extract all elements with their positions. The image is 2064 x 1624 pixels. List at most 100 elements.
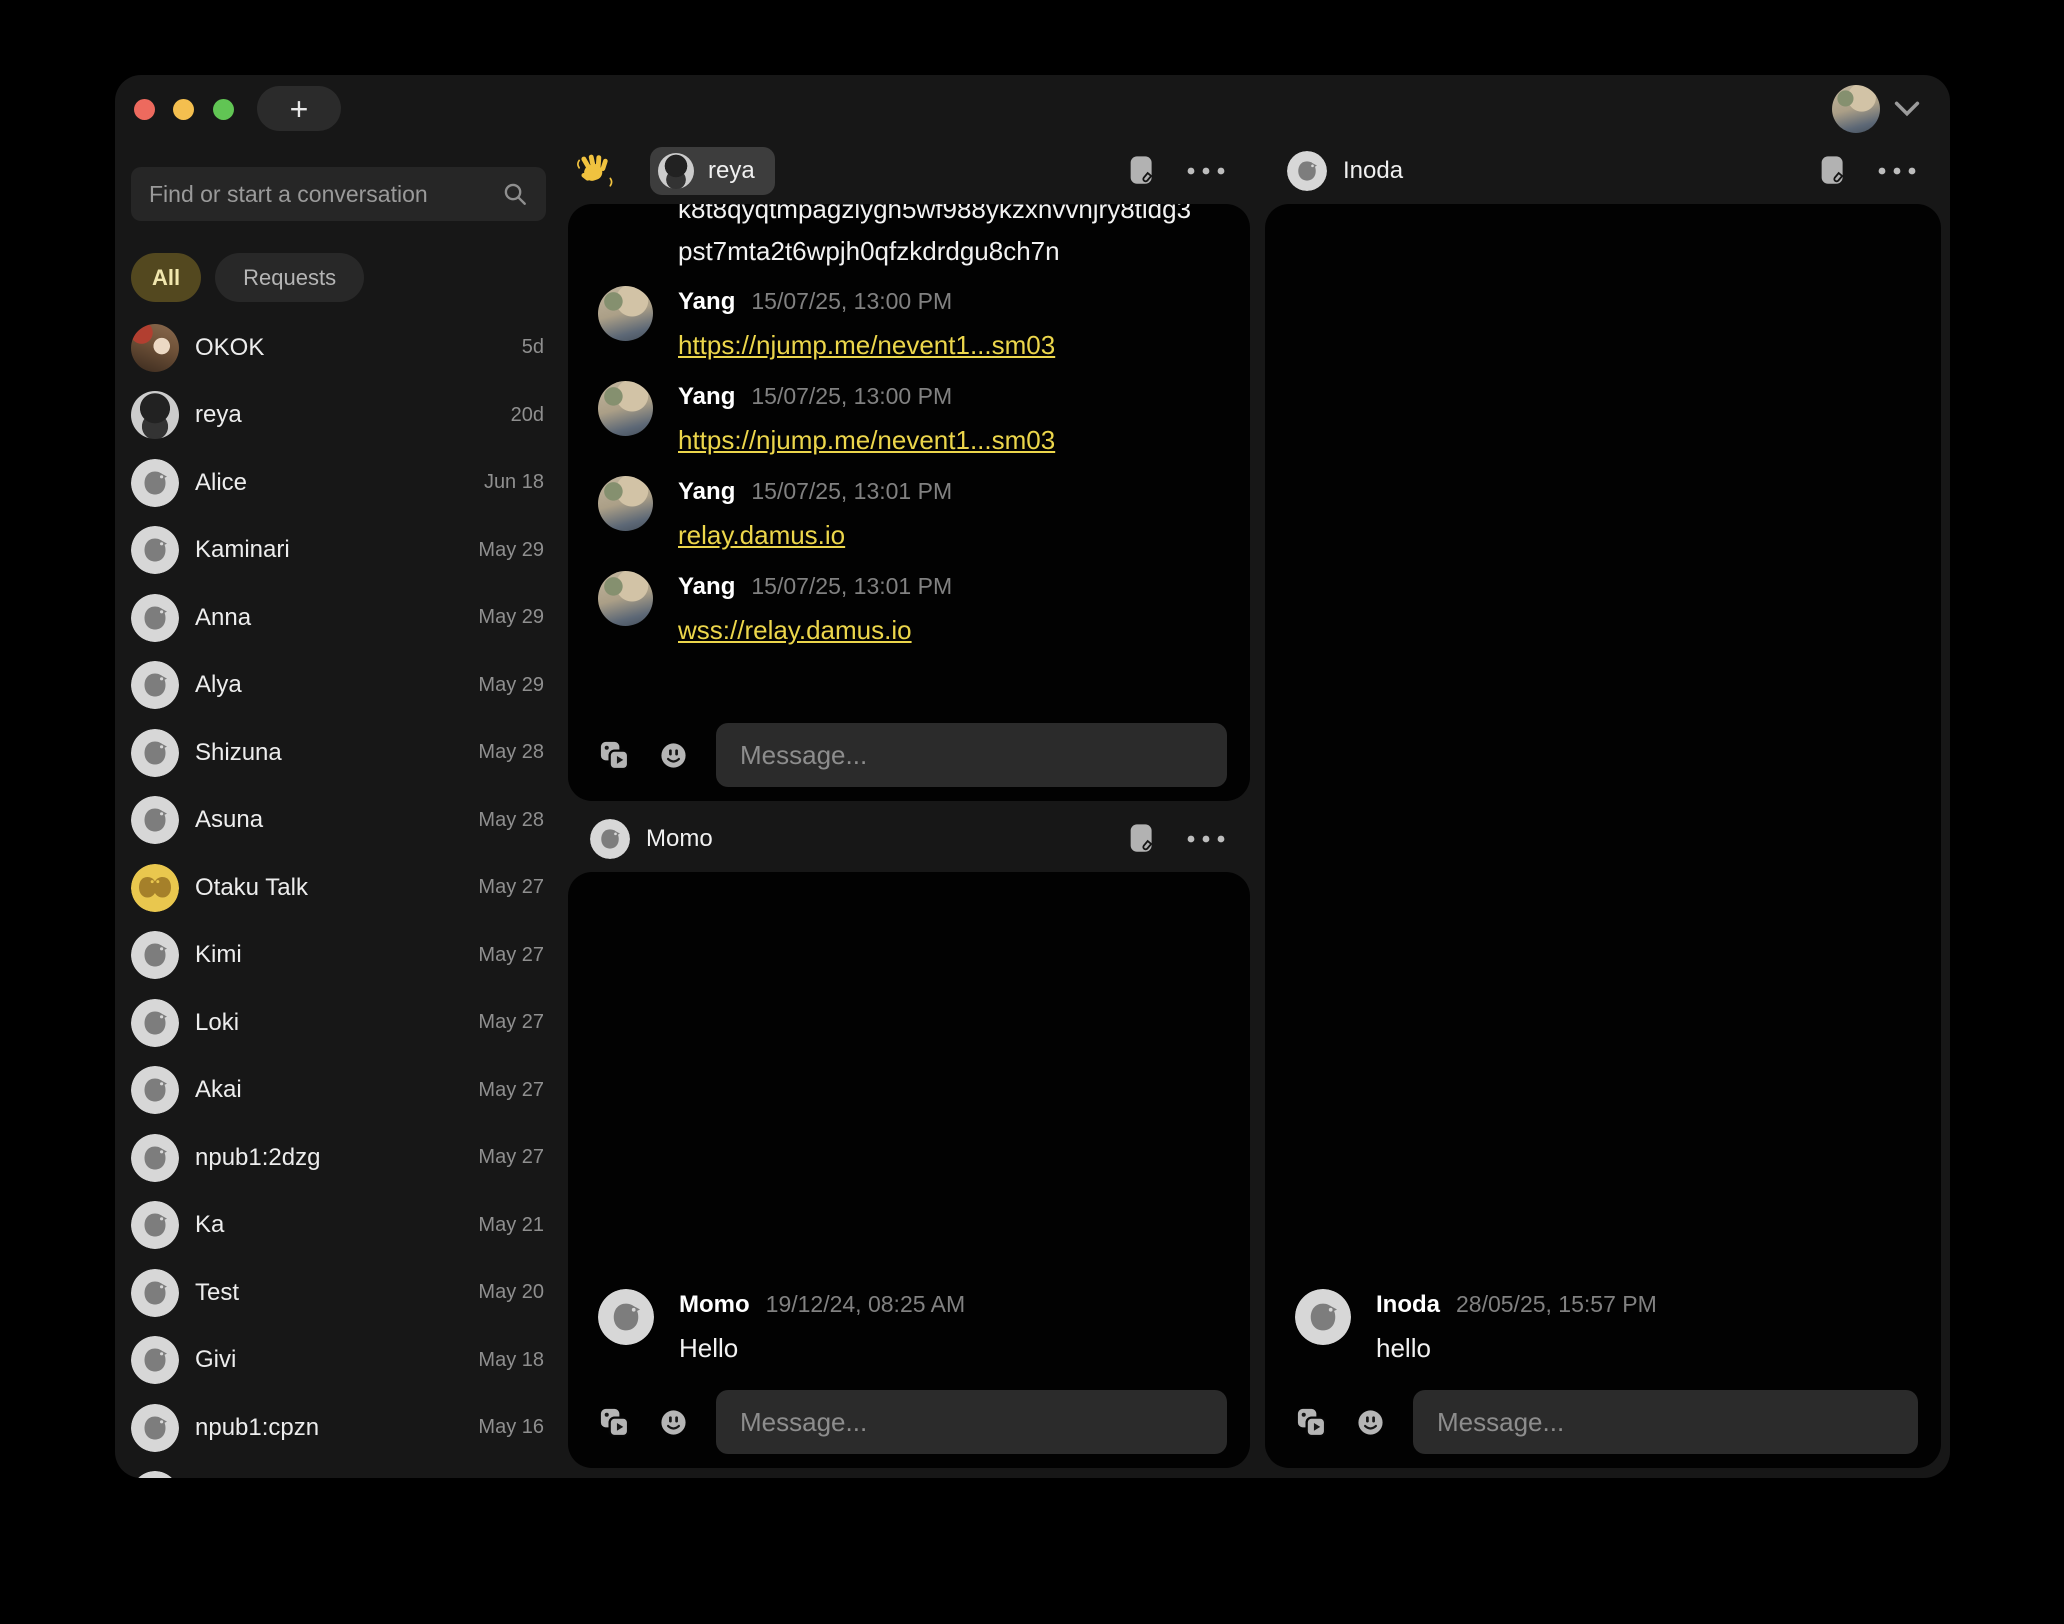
conversation-avatar	[131, 1336, 179, 1384]
chat-panel-reya: k8t8qyqtmpagzlygh5wf988ykzxnvvnjry8tldg3…	[568, 204, 1250, 801]
conversation-list-item[interactable]: npub1:cpzn May 16	[131, 1394, 546, 1462]
conversation-list-item[interactable]: Shizuna May 28	[131, 719, 546, 787]
conversation-avatar	[131, 1134, 179, 1182]
message-input[interactable]	[716, 723, 1227, 787]
conversation-list-item[interactable]: OKOK 5d	[131, 314, 546, 382]
more-options-icon[interactable]	[1186, 834, 1226, 844]
waving-hand-icon	[576, 152, 614, 190]
conversation-date: May 27	[478, 1079, 546, 1102]
chat-message: Yang 15/07/25, 13:00 PM https://njump.me…	[598, 381, 1230, 456]
message-avatar[interactable]	[598, 1289, 654, 1345]
filter-tabs: All Requests	[131, 253, 364, 302]
note-compose-icon[interactable]	[1127, 822, 1158, 856]
account-menu[interactable]	[1832, 85, 1920, 133]
conversation-date: Jun 18	[484, 471, 546, 494]
conversation-avatar	[131, 999, 179, 1047]
note-compose-icon[interactable]	[1127, 154, 1158, 188]
conversation-list-item[interactable]: Alya May 29	[131, 652, 546, 720]
message-timestamp: 19/12/24, 08:25 AM	[766, 1291, 966, 1318]
conversation-name: Kimi	[195, 941, 242, 969]
conversation-list: OKOK 5d reya 20d Alice Jun 18 Kaminari M…	[131, 314, 546, 1478]
message-sender: Yang	[678, 383, 735, 411]
conversation-list-item[interactable]: Alice Jun 18	[131, 449, 546, 517]
message-avatar[interactable]	[598, 571, 653, 626]
more-options-icon[interactable]	[1877, 166, 1917, 176]
scrollback-line-clipped: k8t8qyqtmpagzlygh5wf988ykzxnvvnjry8tldg3	[678, 204, 1230, 230]
conversation-list-item[interactable]: Kaminari May 29	[131, 517, 546, 585]
conversation-list-item[interactable]: Kimi May 27	[131, 922, 546, 990]
scrollback-line: pst7mta2t6wpjh0qfzkdrdgu8ch7n	[678, 230, 1230, 272]
conversation-name: Shizuna	[195, 739, 282, 767]
conversation-list-item[interactable]: Asuna May 28	[131, 787, 546, 855]
user-avatar[interactable]	[1832, 85, 1880, 133]
chat-title: Inoda	[1343, 157, 1403, 185]
message-link[interactable]: relay.damus.io	[678, 520, 845, 551]
conversation-date: May 27	[478, 1146, 546, 1169]
attach-media-icon[interactable]	[598, 739, 631, 772]
conversation-list-item[interactable]: Otaku Talk May 27	[131, 854, 546, 922]
message-timestamp: 15/07/25, 13:00 PM	[751, 383, 952, 410]
message-timestamp: 15/07/25, 13:01 PM	[751, 573, 952, 600]
message-avatar[interactable]	[1295, 1289, 1351, 1345]
message-sender: Yang	[678, 288, 735, 316]
conversation-date: May 20	[478, 1281, 546, 1304]
conversation-list-item[interactable]: Anna May 29	[131, 584, 546, 652]
chat-message: Momo 19/12/24, 08:25 AM Hello	[598, 1289, 965, 1364]
conversation-date: May 29	[478, 606, 546, 629]
scrollback-message: k8t8qyqtmpagzlygh5wf988ykzxnvvnjry8tldg3…	[678, 204, 1230, 272]
conversation-list-item[interactable]: npub1:2dzg May 27	[131, 1124, 546, 1192]
conversation-name: Test	[195, 1279, 239, 1307]
conversation-date: May 21	[478, 1214, 546, 1237]
conversation-avatar	[131, 864, 179, 912]
conversation-list-item[interactable]: Ka May 21	[131, 1192, 546, 1260]
conversation-avatar	[131, 526, 179, 574]
conversation-avatar	[131, 931, 179, 979]
conversation-name: Ka	[195, 1211, 224, 1239]
message-text: Hello	[679, 1333, 965, 1364]
conversation-name: Otaku Talk	[195, 874, 308, 902]
more-options-icon[interactable]	[1186, 166, 1226, 176]
emoji-picker-icon[interactable]	[659, 1408, 688, 1437]
conversation-avatar	[131, 1269, 179, 1317]
conversation-list-item[interactable]: Givi May 18	[131, 1327, 546, 1395]
conversation-list-item[interactable]	[131, 1462, 546, 1479]
conversation-list-item[interactable]: reya 20d	[131, 382, 546, 450]
conversation-name: Givi	[195, 1346, 236, 1374]
message-link[interactable]: https://njump.me/nevent1...sm03	[678, 425, 1055, 456]
chat-panel-momo: Momo 19/12/24, 08:25 AM Hello	[568, 872, 1250, 1468]
conversation-list-item[interactable]: Loki May 27	[131, 989, 546, 1057]
emoji-picker-icon[interactable]	[659, 741, 688, 770]
filter-all-button[interactable]: All	[131, 253, 201, 302]
conversation-name: Alya	[195, 671, 242, 699]
message-avatar[interactable]	[598, 381, 653, 436]
chat-title: reya	[708, 157, 755, 185]
message-link[interactable]: https://njump.me/nevent1...sm03	[678, 330, 1055, 361]
conversation-name: npub1:cpzn	[195, 1414, 319, 1442]
message-scroll-area[interactable]: k8t8qyqtmpagzlygh5wf988ykzxnvvnjry8tldg3…	[598, 204, 1230, 666]
conversation-name: Loki	[195, 1009, 239, 1037]
conversation-name: OKOK	[195, 334, 264, 362]
message-avatar[interactable]	[598, 476, 653, 531]
conversation-date: May 16	[478, 1416, 546, 1439]
conversation-date: May 18	[478, 1349, 546, 1372]
message-input[interactable]	[1413, 1390, 1918, 1454]
filter-requests-button[interactable]: Requests	[215, 253, 364, 302]
emoji-picker-icon[interactable]	[1356, 1408, 1385, 1437]
attach-media-icon[interactable]	[598, 1406, 631, 1439]
conversation-name: Alice	[195, 469, 247, 497]
conversation-date: 20d	[511, 404, 546, 427]
conversation-avatar	[131, 1066, 179, 1114]
message-avatar[interactable]	[598, 286, 653, 341]
conversation-list-item[interactable]: Akai May 27	[131, 1057, 546, 1125]
conversation-date: 5d	[522, 336, 546, 359]
attach-media-icon[interactable]	[1295, 1406, 1328, 1439]
search-input[interactable]	[149, 181, 502, 208]
chat-header-reya: reya	[568, 142, 1250, 200]
message-input[interactable]	[716, 1390, 1227, 1454]
search-icon	[502, 181, 528, 207]
conversation-list-item[interactable]: Test May 20	[131, 1259, 546, 1327]
note-compose-icon[interactable]	[1818, 154, 1849, 188]
search-box[interactable]	[131, 167, 546, 221]
chat-title-pill[interactable]: reya	[650, 147, 775, 195]
message-link[interactable]: wss://relay.damus.io	[678, 615, 912, 646]
